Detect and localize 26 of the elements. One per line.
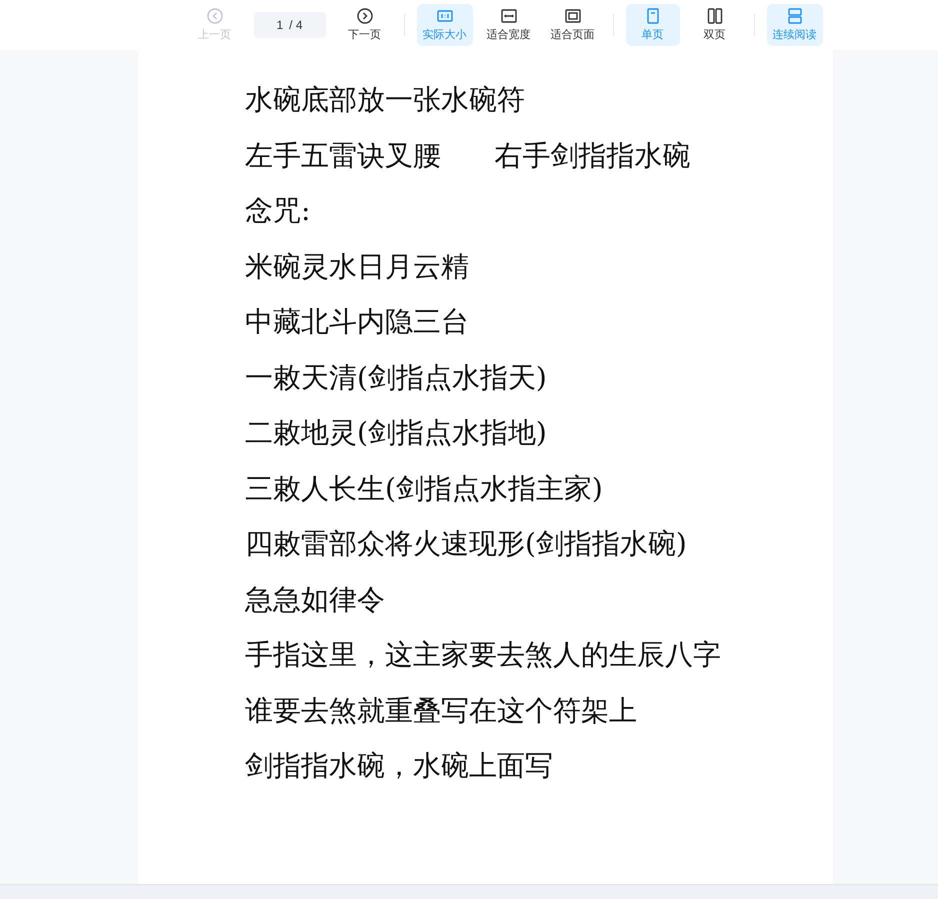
text-line: 四敕雷部众将火速现形(剑指指水碗) (245, 526, 688, 562)
text-line: 一敕天清(剑指点水指天) (245, 360, 548, 396)
text-line: 左手五雷诀叉腰 右手剑指指水碗 (245, 138, 692, 174)
text-line: 米碗灵水日月云精 (245, 248, 470, 284)
text-line: 念咒: (245, 193, 312, 229)
toolbar-button[interactable]: 适合页面 (544, 4, 600, 46)
toolbar-button[interactable]: 双页 (688, 4, 742, 46)
chevron-right-icon (356, 6, 374, 25)
text-line: 中藏北斗内隐三台 (245, 304, 470, 340)
toolbar-button[interactable]: 适合宽度 (480, 4, 536, 46)
text-line: 谁要去煞就重叠写在这个符架上 (245, 692, 638, 728)
page-total: / 4 (289, 17, 303, 34)
toolbar-button[interactable]: 下一页 (338, 4, 392, 46)
text-line: 二敕地灵(剑指点水指地) (245, 415, 548, 451)
page-number: 1 (276, 17, 284, 34)
double-page-icon (706, 6, 724, 25)
text-line: 手指这里，这主家要去煞人的生辰八字 (245, 637, 722, 673)
text-line: 水碗底部放一张水碗符 (245, 82, 526, 118)
text-line: 剑指指水碗，水碗上面写 (245, 748, 554, 784)
continuous-pages-icon (786, 6, 804, 25)
fit-width-icon (500, 6, 518, 25)
chevron-left-icon (206, 6, 224, 25)
text-line: 急急如律令 (245, 582, 386, 618)
text-line: 三敕人长生(剑指点水指主家) (245, 470, 604, 506)
fit-page-icon (564, 6, 582, 25)
page-number-field[interactable]: 1 / 4 (254, 12, 326, 38)
